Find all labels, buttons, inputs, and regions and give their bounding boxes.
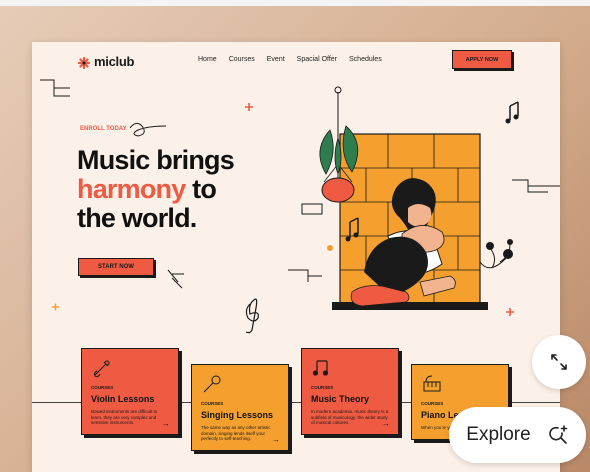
hero-title-line2: to: [185, 174, 217, 204]
arrow-right-icon[interactable]: →: [272, 435, 280, 444]
course-tag: COURSES: [91, 385, 114, 390]
nav-link-special-offer[interactable]: Spacial Offer: [297, 56, 337, 63]
nav-link-home[interactable]: Home: [198, 56, 217, 63]
nav-link-schedules[interactable]: Schedules: [349, 56, 382, 63]
course-title: Violin Lessons: [91, 394, 155, 404]
course-description: The same way as any other artistic domai…: [201, 425, 271, 442]
arrow-right-icon[interactable]: →: [382, 419, 390, 428]
music-notes-icon: [311, 357, 333, 379]
hero-title: Music brings harmony to the world.: [77, 145, 235, 233]
nav-link-event[interactable]: Event: [267, 56, 285, 63]
logo[interactable]: miclub: [77, 54, 135, 69]
explore-label: Explore: [466, 424, 531, 445]
start-now-button[interactable]: START NOW: [78, 258, 154, 276]
hero-illustration: [319, 86, 513, 310]
explore-button[interactable]: Explore: [449, 407, 586, 463]
course-card-violin[interactable]: COURSES Violin Lessons Bowed instruments…: [81, 348, 179, 435]
top-strip: [0, 0, 590, 6]
course-description: In modern academia, music theory is a su…: [311, 409, 389, 426]
logo-icon: [77, 56, 91, 69]
hero-title-line3: the world.: [77, 203, 197, 233]
main-nav: Home Courses Event Spacial Offer Schedul…: [198, 56, 382, 63]
arrow-right-icon[interactable]: →: [162, 419, 170, 428]
course-title: Music Theory: [311, 394, 370, 404]
microphone-icon: [201, 373, 223, 395]
course-description: Bowed instruments are difficult to learn…: [91, 409, 158, 426]
expand-icon: [551, 354, 567, 370]
expand-button[interactable]: [532, 335, 586, 389]
nav-link-courses[interactable]: Courses: [229, 56, 255, 63]
hero-title-accent: harmony: [77, 174, 186, 204]
hero-title-line1: Music brings: [77, 145, 235, 175]
enroll-label: ENROLL TODAY: [80, 126, 127, 132]
piano-icon: [421, 373, 443, 395]
course-tag: COURSES: [311, 385, 334, 390]
violin-icon: [91, 357, 113, 379]
logo-text: miclub: [94, 54, 135, 69]
course-card-singing[interactable]: COURSES Singing Lessons The same way as …: [191, 364, 289, 451]
course-tag: COURSES: [201, 401, 224, 406]
course-title: Singing Lessons: [201, 410, 274, 420]
course-tag: COURSES: [421, 401, 444, 406]
course-card-music-theory[interactable]: COURSES Music Theory In modern academia,…: [301, 348, 399, 435]
apply-now-button[interactable]: APPLY NOW: [452, 50, 512, 69]
sparkle-search-icon: [548, 425, 568, 444]
